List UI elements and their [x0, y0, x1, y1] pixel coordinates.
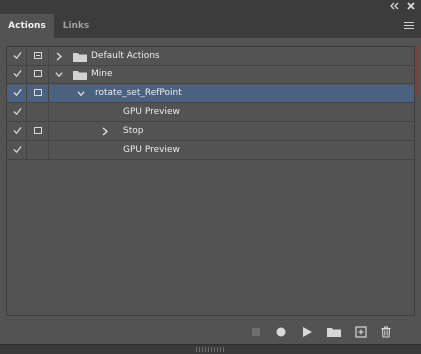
- close-icon[interactable]: [405, 1, 417, 13]
- action-label: rotate_set_RefPoint: [95, 88, 182, 98]
- chevron-down-icon[interactable]: [55, 70, 63, 79]
- toggle-item-cell[interactable]: [7, 104, 27, 121]
- action-step-row[interactable]: Stop: [7, 123, 414, 141]
- panel-menu-icon[interactable]: [404, 22, 414, 30]
- chevron-right-icon[interactable]: [55, 52, 63, 61]
- actions-toolbar: [0, 320, 421, 344]
- checkmark-icon[interactable]: [13, 69, 22, 78]
- panel-title-strip: [0, 0, 421, 14]
- new-action-icon[interactable]: [355, 326, 367, 338]
- toggle-dialog-cell[interactable]: [27, 104, 49, 121]
- dialog-toggle-icon[interactable]: [34, 70, 42, 77]
- resize-handle[interactable]: [0, 344, 421, 354]
- tab-bar: Actions Links: [0, 14, 421, 38]
- stop-icon[interactable]: [250, 326, 262, 338]
- tab-actions[interactable]: Actions: [0, 14, 54, 38]
- action-set-row[interactable]: Default Actions: [7, 48, 414, 66]
- checkmark-icon[interactable]: [13, 88, 22, 97]
- actions-panel: Actions Links Default Actions Mine rotat…: [0, 0, 421, 354]
- toggle-item-cell[interactable]: [7, 123, 27, 140]
- action-step-label: GPU Preview: [123, 107, 180, 117]
- chevron-right-icon[interactable]: [101, 127, 109, 136]
- action-step-row[interactable]: GPU Preview: [7, 104, 414, 122]
- action-row[interactable]: rotate_set_RefPoint: [7, 85, 414, 103]
- actions-list: Default Actions Mine rotate_set_RefPoint: [6, 46, 415, 316]
- toggle-dialog-cell[interactable]: [27, 85, 49, 102]
- dialog-toggle-icon[interactable]: [34, 52, 42, 59]
- folder-icon: [73, 53, 87, 62]
- toggle-item-cell[interactable]: [7, 142, 27, 159]
- action-step-label: GPU Preview: [123, 145, 180, 155]
- action-step-label: Stop: [123, 126, 144, 136]
- new-set-folder-icon[interactable]: [327, 326, 341, 338]
- trash-icon[interactable]: [380, 326, 392, 338]
- play-icon[interactable]: [301, 326, 313, 338]
- dialog-toggle-icon[interactable]: [34, 89, 42, 96]
- checkmark-icon[interactable]: [13, 145, 22, 154]
- grip-icon[interactable]: [196, 347, 226, 352]
- action-step-row[interactable]: GPU Preview: [7, 142, 414, 160]
- checkmark-icon[interactable]: [13, 51, 22, 60]
- toggle-item-cell[interactable]: [7, 85, 27, 102]
- chevron-down-icon[interactable]: [77, 89, 85, 98]
- toggle-dialog-cell[interactable]: [27, 48, 49, 65]
- checkmark-icon[interactable]: [13, 107, 22, 116]
- toggle-dialog-cell[interactable]: [27, 142, 49, 159]
- collapse-panel-icon[interactable]: [388, 1, 400, 13]
- toggle-dialog-cell[interactable]: [27, 123, 49, 140]
- scrollbar-indicator: [416, 46, 418, 96]
- tab-links[interactable]: Links: [54, 14, 98, 38]
- folder-icon: [73, 71, 87, 80]
- dialog-toggle-icon[interactable]: [34, 127, 42, 134]
- action-set-label: Default Actions: [91, 51, 160, 61]
- toggle-dialog-cell[interactable]: [27, 66, 49, 83]
- action-set-row[interactable]: Mine: [7, 66, 414, 84]
- toggle-item-cell[interactable]: [7, 48, 27, 65]
- checkmark-icon[interactable]: [13, 126, 22, 135]
- record-icon[interactable]: [275, 326, 287, 338]
- action-set-label: Mine: [91, 69, 113, 79]
- toggle-item-cell[interactable]: [7, 66, 27, 83]
